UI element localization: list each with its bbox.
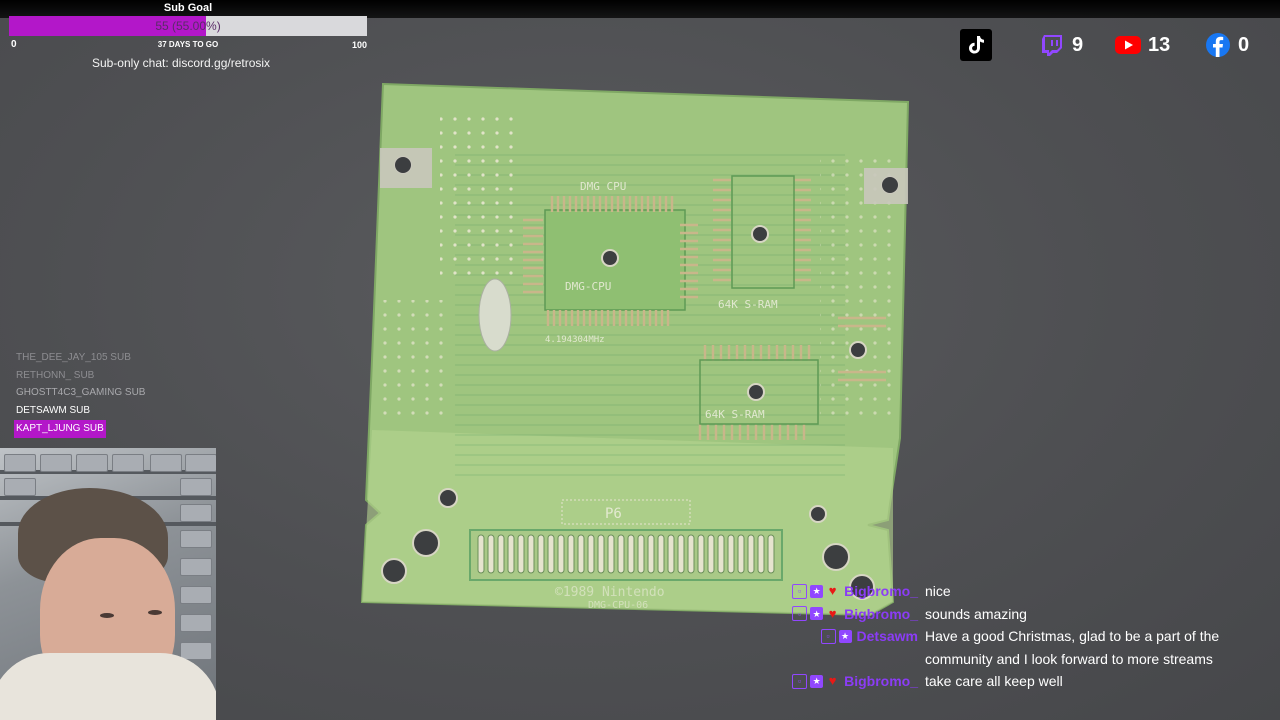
star-badge-icon: ★ — [838, 629, 852, 643]
star-badge-icon: ★ — [810, 607, 824, 621]
chat-username: Bigbromo_ — [844, 605, 918, 622]
heart-badge-icon: ♥ — [828, 583, 837, 598]
recent-sub-item: DETSAWM SUB — [16, 405, 91, 417]
star-badge-icon: ★ — [810, 674, 824, 688]
subscriber-badge-icon: ▫ — [792, 606, 808, 622]
chat-text: Have a good Christmas, glad to be a part… — [925, 628, 1220, 667]
recent-sub-item: GHOSTT4C3_GAMING SUB — [16, 387, 146, 399]
pcb-crystal — [478, 278, 512, 352]
recent-sub-item-latest: KAPT_LJUNG SUB — [14, 419, 106, 438]
pcb-cartridge-connector — [469, 529, 783, 581]
chat-text: sounds amazing — [925, 605, 1027, 622]
pcb-label-brand: ©1989 Nintendo — [555, 585, 665, 600]
chat-overlay: ▫ ★ ♥ Bigbromo_ nice ▫ ★ ♥ Bigbromo_ sou… — [760, 580, 1280, 693]
heart-badge-icon: ♥ — [828, 673, 837, 688]
pcb-label-ram1: 64K S-RAM — [718, 298, 778, 311]
chat-username: Bigbromo_ — [844, 673, 918, 689]
chat-text: take care all keep well — [925, 673, 1063, 689]
pcb-label-cpu: DMG CPU — [580, 180, 626, 193]
pcb-label-ram2: 64K S-RAM — [705, 408, 765, 421]
chat-message: ▫ ★ ♥ Bigbromo_ sounds amazing — [760, 603, 1280, 626]
pcb-label-cpu2: DMG-CPU — [565, 280, 611, 293]
webcam-feed — [0, 448, 216, 720]
chat-message: ▫ ★ Detsawm Have a good Christmas, glad … — [760, 625, 1280, 670]
subscriber-badge-icon: ▫ — [792, 583, 808, 599]
chat-username: Detsawm — [856, 628, 918, 644]
recent-sub-item: THE_DEE_JAY_105 SUB — [16, 352, 131, 363]
heart-badge-icon: ♥ — [828, 605, 837, 621]
subscriber-badge-icon: ▫ — [792, 673, 808, 689]
webcam-person-hoodie — [0, 653, 216, 720]
pcb-label-crystal: 4.194304MHz — [545, 335, 605, 345]
subscriber-badge-icon: ▫ — [820, 628, 836, 644]
chat-username: Bigbromo_ — [844, 583, 918, 599]
recent-sub-item: RETHONN_ SUB — [16, 369, 95, 381]
recent-subs-list: THE_DEE_JAY_105 SUB RETHONN_ SUB GHOSTT4… — [14, 349, 147, 438]
star-badge-icon: ★ — [810, 584, 824, 598]
chat-text: nice — [925, 583, 951, 599]
pcb-label-board: DMG-CPU-06 — [588, 600, 648, 611]
pcb-label-p6: P6 — [605, 506, 622, 522]
chat-message: ▫ ★ ♥ Bigbromo_ take care all keep well — [760, 670, 1280, 693]
chat-message: ▫ ★ ♥ Bigbromo_ nice — [760, 580, 1280, 603]
